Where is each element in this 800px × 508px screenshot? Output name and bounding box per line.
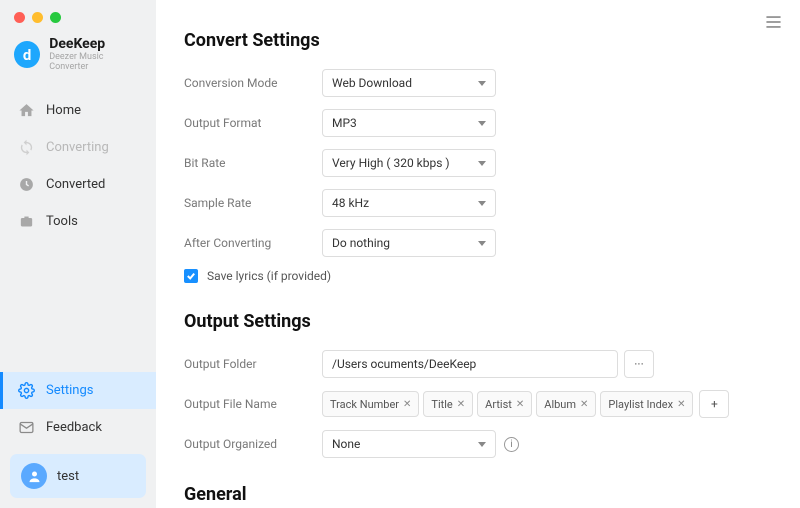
app-name: DeeKeep	[49, 37, 142, 52]
hamburger-menu-icon[interactable]	[765, 14, 782, 33]
sidebar-item-label: Feedback	[46, 420, 102, 435]
label-conversion-mode: Conversion Mode	[184, 76, 322, 90]
label-output-folder: Output Folder	[184, 357, 322, 371]
avatar-icon	[21, 463, 47, 489]
nav: Home Converting Converted Tools Settings…	[0, 90, 156, 508]
sidebar-item-settings[interactable]: Settings	[0, 372, 156, 409]
maximize-dot[interactable]	[50, 12, 61, 23]
remove-icon[interactable]: ✕	[516, 399, 524, 410]
home-icon	[18, 102, 35, 119]
remove-icon[interactable]: ✕	[580, 399, 588, 410]
remove-icon[interactable]: ✕	[677, 399, 685, 410]
add-tag-button[interactable]: +	[699, 390, 729, 418]
tag-title[interactable]: Title✕	[423, 391, 473, 417]
info-icon[interactable]: i	[504, 437, 519, 452]
label-bit-rate: Bit Rate	[184, 156, 322, 170]
browse-folder-button[interactable]: ···	[624, 350, 654, 378]
minimize-dot[interactable]	[32, 12, 43, 23]
tools-icon	[18, 213, 35, 230]
remove-icon[interactable]: ✕	[457, 399, 465, 410]
sidebar-item-label: Home	[46, 103, 81, 118]
main-panel: Convert Settings Conversion Mode Web Dow…	[156, 0, 800, 508]
tag-album[interactable]: Album✕	[536, 391, 596, 417]
sample-rate-select[interactable]: 48 kHz	[322, 189, 496, 217]
section-heading-general: General	[184, 484, 772, 505]
close-dot[interactable]	[14, 12, 25, 23]
conversion-mode-select[interactable]: Web Download	[322, 69, 496, 97]
label-output-organized: Output Organized	[184, 437, 322, 451]
save-lyrics-checkbox[interactable]	[184, 269, 198, 283]
sidebar-item-tools[interactable]: Tools	[0, 203, 156, 240]
output-format-select[interactable]: MP3	[322, 109, 496, 137]
clock-icon	[18, 176, 35, 193]
label-output-format: Output Format	[184, 116, 322, 130]
converting-icon	[18, 139, 35, 156]
sidebar-item-label: Converting	[46, 140, 109, 155]
sidebar-item-label: Converted	[46, 177, 105, 192]
sidebar-item-converted[interactable]: Converted	[0, 166, 156, 203]
window-controls	[0, 0, 156, 23]
bit-rate-select[interactable]: Very High ( 320 kbps )	[322, 149, 496, 177]
user-name: test	[57, 469, 79, 484]
tag-track-number[interactable]: Track Number✕	[322, 391, 419, 417]
sidebar-item-feedback[interactable]: Feedback	[0, 409, 156, 446]
output-organized-select[interactable]: None	[322, 430, 496, 458]
filename-tags: Track Number✕ Title✕ Artist✕ Album✕ Play…	[322, 391, 693, 417]
app-logo-icon: d	[14, 41, 40, 68]
after-converting-select[interactable]: Do nothing	[322, 229, 496, 257]
save-lyrics-label: Save lyrics (if provided)	[207, 269, 331, 283]
sidebar-item-label: Settings	[46, 383, 93, 398]
sidebar: d DeeKeep Deezer Music Converter Home Co…	[0, 0, 156, 508]
tag-playlist-index[interactable]: Playlist Index✕	[600, 391, 693, 417]
tag-artist[interactable]: Artist✕	[477, 391, 532, 417]
sidebar-item-home[interactable]: Home	[0, 92, 156, 129]
user-pill[interactable]: test	[10, 454, 146, 498]
section-heading-convert: Convert Settings	[184, 30, 772, 51]
remove-icon[interactable]: ✕	[403, 399, 411, 410]
sidebar-item-label: Tools	[46, 214, 78, 229]
sidebar-item-converting[interactable]: Converting	[0, 129, 156, 166]
app-subtitle: Deezer Music Converter	[49, 52, 142, 72]
label-output-filename: Output File Name	[184, 397, 322, 411]
label-sample-rate: Sample Rate	[184, 196, 322, 210]
gear-icon	[18, 382, 35, 399]
output-folder-input[interactable]: /Users ocuments/DeeKeep	[322, 350, 618, 378]
mail-icon	[18, 419, 35, 436]
brand: d DeeKeep Deezer Music Converter	[0, 23, 156, 90]
label-after-converting: After Converting	[184, 236, 322, 250]
section-heading-output: Output Settings	[184, 311, 772, 332]
